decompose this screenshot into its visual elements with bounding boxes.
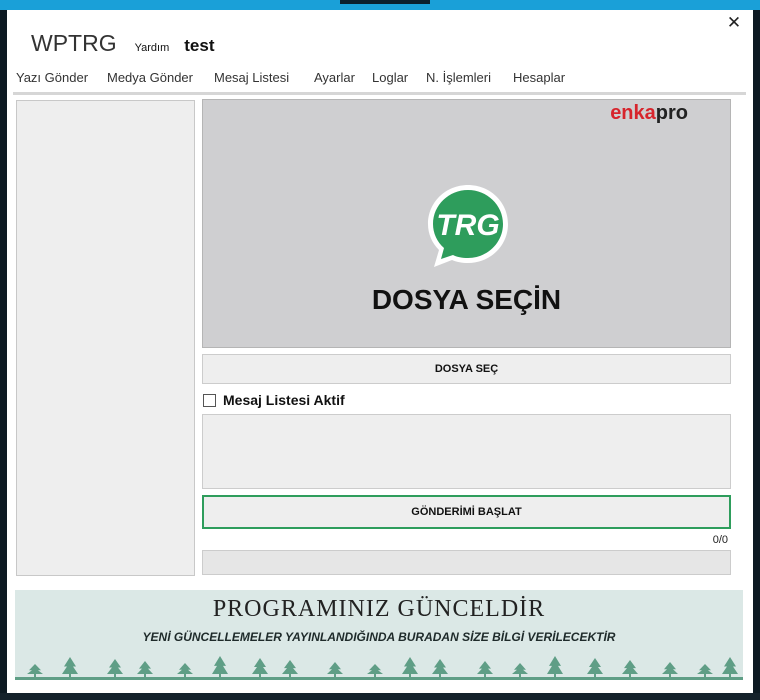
app-window: ✕ WPTRG Yardım test Yazı Gönder Medya Gö…	[7, 10, 753, 693]
top-accent-notch	[340, 0, 430, 4]
main-tabs: Yazı Gönder Medya Gönder Mesaj Listesi A…	[7, 68, 747, 95]
tab-ayarlar[interactable]: Ayarlar	[314, 68, 355, 92]
select-file-button[interactable]: DOSYA SEÇ	[202, 354, 731, 384]
tab-mesaj-listesi[interactable]: Mesaj Listesi	[214, 68, 289, 92]
tree-icon	[367, 664, 383, 678]
tree-icon	[622, 660, 638, 678]
tree-icon	[177, 663, 193, 678]
tab-hesaplar[interactable]: Hesaplar	[513, 68, 565, 92]
trg-logo-svg: TRG	[428, 185, 508, 267]
tree-icon	[587, 658, 603, 678]
brand-logo-text-1: enka	[610, 102, 656, 124]
update-banner: PROGRAMINIZ GÜNCELDİR YENİ GÜNCELLEMELER…	[15, 590, 743, 680]
tabs-divider	[13, 92, 746, 95]
checkbox-icon[interactable]	[203, 393, 216, 407]
help-link[interactable]: Yardım	[135, 42, 170, 54]
message-input[interactable]	[202, 414, 731, 489]
title-row: WPTRG Yardım test	[31, 30, 214, 60]
tree-icon	[697, 664, 713, 678]
tree-icon	[252, 658, 268, 678]
logo-text: TRG	[436, 209, 499, 242]
tree-icon	[477, 661, 493, 678]
tree-icon	[722, 657, 738, 678]
tab-loglar[interactable]: Loglar	[372, 68, 408, 92]
brand-logo: enkapro	[610, 102, 688, 125]
user-name: test	[184, 36, 215, 55]
banner-subtitle: YENİ GÜNCELLEMELER YAYINLANDIĞINDA BURAD…	[142, 630, 616, 644]
media-preview[interactable]: enkapro TRG DOSYA SEÇİN	[202, 99, 731, 348]
trg-chat-logo-icon: TRG	[422, 179, 514, 271]
tree-icon	[662, 662, 678, 678]
tree-icon	[327, 662, 343, 678]
preview-caption: DOSYA SEÇİN	[371, 284, 562, 315]
tree-icon	[212, 656, 228, 678]
tree-icon	[137, 661, 153, 678]
progress-counter: 0/0	[712, 534, 728, 546]
tab-n-islemleri[interactable]: N. İşlemleri	[426, 68, 491, 92]
banner-title: PROGRAMINIZ GÜNCELDİR	[212, 596, 546, 622]
message-list-toggle-label[interactable]: Mesaj Listesi Aktif	[223, 392, 345, 408]
tree-icon	[402, 657, 418, 678]
contact-list-panel[interactable]	[16, 100, 195, 576]
tree-icon	[27, 664, 43, 678]
brand-logo-text-2: pro	[655, 102, 688, 124]
tree-icon	[547, 656, 563, 678]
banner-ground-line	[15, 677, 743, 680]
banner-tree-decoration	[15, 656, 743, 680]
start-sending-button[interactable]: GÖNDERİMİ BAŞLAT	[202, 495, 731, 529]
tree-icon	[62, 657, 78, 678]
tree-icon	[432, 659, 448, 678]
tree-icon	[282, 660, 298, 678]
progress-bar	[202, 550, 731, 575]
tab-yazi-gonder[interactable]: Yazı Gönder	[16, 68, 88, 92]
tab-medya-gonder[interactable]: Medya Gönder	[105, 68, 212, 95]
app-title: WPTRG	[31, 30, 117, 56]
tree-icon	[107, 659, 123, 678]
close-icon: ✕	[726, 13, 742, 33]
close-button[interactable]: ✕	[723, 12, 745, 34]
tree-icon	[512, 663, 528, 678]
desktop-background-strip	[0, 693, 760, 700]
message-list-toggle: Mesaj Listesi Aktif	[203, 391, 345, 409]
